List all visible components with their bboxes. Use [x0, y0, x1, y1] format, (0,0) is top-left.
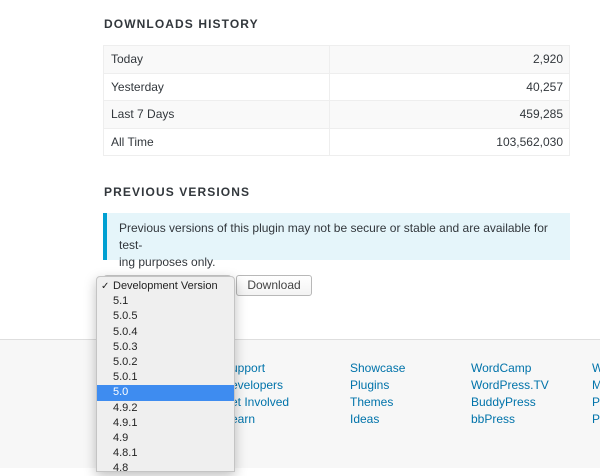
version-dropdown-menu: ✓ Development Version 5.1 5.0.5 5.0.4 5.…: [96, 276, 235, 474]
row-value: 2,920: [329, 45, 570, 74]
version-option[interactable]: 4.9.1: [97, 416, 234, 431]
footer-link-buddypress[interactable]: BuddyPress: [471, 394, 549, 411]
row-label: Last 7 Days: [103, 100, 330, 129]
version-option[interactable]: 5.0.3: [97, 340, 234, 355]
downloads-table: Today 2,920 Yesterday 40,257 Last 7 Days…: [103, 45, 570, 156]
version-option[interactable]: 5.0.5: [97, 309, 234, 324]
version-option[interactable]: 4.9.2: [97, 401, 234, 416]
version-option-development[interactable]: ✓ Development Version: [97, 279, 234, 294]
version-option[interactable]: 4.8: [97, 461, 234, 476]
footer-link-clipped[interactable]: P: [592, 411, 600, 428]
footer-link-clipped[interactable]: M: [592, 377, 600, 394]
row-value: 103,562,030: [329, 127, 570, 156]
version-option[interactable]: 5.1: [97, 294, 234, 309]
footer-link-developers[interactable]: evelopers: [231, 377, 289, 394]
table-row: Today 2,920: [103, 45, 570, 74]
notice-line-1: Previous versions of this plugin may not…: [119, 221, 548, 252]
previous-versions-title: PREVIOUS VERSIONS: [104, 185, 251, 199]
download-button[interactable]: Download: [236, 275, 312, 296]
footer-column-4: W M P P: [592, 360, 600, 428]
checkmark-icon: ✓: [101, 281, 110, 292]
version-option[interactable]: 5.0.2: [97, 355, 234, 370]
footer-link-themes[interactable]: Themes: [350, 394, 405, 411]
row-value: 40,257: [329, 72, 570, 101]
row-label: Today: [103, 45, 330, 74]
footer-link-bbpress[interactable]: bbPress: [471, 411, 549, 428]
footer-link-get-involved[interactable]: et Involved: [231, 394, 289, 411]
table-row: Last 7 Days 459,285: [103, 100, 570, 129]
footer-link-support[interactable]: upport: [231, 360, 289, 377]
footer-link-showcase[interactable]: Showcase: [350, 360, 405, 377]
notice-line-2: ing purposes only.: [119, 255, 216, 269]
security-notice: Previous versions of this plugin may not…: [103, 213, 570, 269]
row-value: 459,285: [329, 100, 570, 129]
row-label: Yesterday: [103, 72, 330, 101]
table-row: Yesterday 40,257: [103, 72, 570, 101]
option-label: Development Version: [113, 280, 218, 292]
footer-column-2: Showcase Plugins Themes Ideas: [350, 360, 405, 428]
footer-link-learn[interactable]: earn: [231, 411, 289, 428]
version-option[interactable]: 4.9: [97, 431, 234, 446]
footer-link-ideas[interactable]: Ideas: [350, 411, 405, 428]
footer-link-clipped[interactable]: W: [592, 360, 600, 377]
downloads-history-title: DOWNLOADS HISTORY: [104, 17, 259, 31]
footer-link-plugins[interactable]: Plugins: [350, 377, 405, 394]
footer-column-1: upport evelopers et Involved earn: [231, 360, 289, 428]
version-option[interactable]: 5.0.1: [97, 370, 234, 385]
footer-column-3: WordCamp WordPress.TV BuddyPress bbPress: [471, 360, 549, 428]
version-option-highlighted[interactable]: 5.0: [97, 385, 234, 401]
row-label: All Time: [103, 127, 330, 156]
footer-link-clipped[interactable]: P: [592, 394, 600, 411]
table-row: All Time 103,562,030: [103, 127, 570, 156]
version-option[interactable]: 5.0.4: [97, 325, 234, 340]
footer-link-wordcamp[interactable]: WordCamp: [471, 360, 549, 377]
version-option[interactable]: 4.8.1: [97, 446, 234, 461]
footer-link-wordpress-tv[interactable]: WordPress.TV: [471, 377, 549, 394]
footer: upport evelopers et Involved earn Showca…: [0, 339, 600, 468]
